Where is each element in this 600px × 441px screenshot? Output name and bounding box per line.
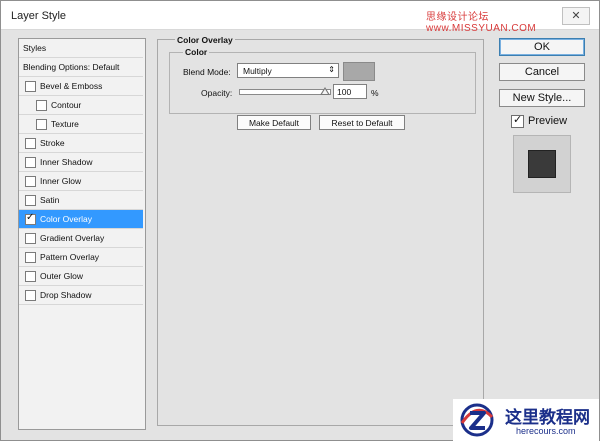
checkmark-icon: ✓: [513, 114, 523, 126]
style-item-stroke[interactable]: Stroke: [19, 134, 143, 153]
style-checkbox[interactable]: [36, 100, 47, 111]
style-item-label: Inner Shadow: [40, 157, 93, 167]
style-item-color-overlay[interactable]: ✓ Color Overlay: [19, 210, 143, 229]
select-arrows-icon: ⇕: [328, 65, 335, 74]
style-item-satin[interactable]: Satin: [19, 191, 143, 210]
style-item-outer-glow[interactable]: Outer Glow: [19, 267, 143, 286]
checkmark-icon: ✓: [26, 212, 35, 223]
style-item-blending-options-default[interactable]: Blending Options: Default: [19, 58, 143, 77]
style-checkbox[interactable]: [36, 119, 47, 130]
style-item-inner-glow[interactable]: Inner Glow: [19, 172, 143, 191]
style-checkbox[interactable]: [25, 138, 36, 149]
blend-mode-label: Blend Mode:: [183, 67, 231, 77]
style-checkbox[interactable]: [25, 157, 36, 168]
make-default-button[interactable]: Make Default: [237, 115, 311, 130]
style-item-label: Pattern Overlay: [40, 252, 100, 262]
style-item-label: Satin: [40, 195, 60, 205]
opacity-slider-track[interactable]: [239, 89, 331, 95]
cancel-button[interactable]: Cancel: [499, 63, 585, 81]
new-style-button[interactable]: New Style...: [499, 89, 585, 107]
style-item-bevel-emboss[interactable]: Bevel & Emboss: [19, 77, 143, 96]
style-item-inner-shadow[interactable]: Inner Shadow: [19, 153, 143, 172]
style-item-label: Color Overlay: [40, 214, 92, 224]
color-subgroup-heading: Color: [183, 47, 210, 57]
preview-checkbox[interactable]: ✓: [511, 114, 524, 128]
style-checkbox[interactable]: [25, 252, 36, 263]
style-item-label: Gradient Overlay: [40, 233, 105, 243]
style-checkbox[interactable]: [25, 81, 36, 92]
style-item-gradient-overlay[interactable]: Gradient Overlay: [19, 229, 143, 248]
style-item-label: Stroke: [40, 138, 65, 148]
style-item-label: Drop Shadow: [40, 290, 92, 300]
blend-mode-value: Multiply: [243, 66, 272, 76]
style-checkbox[interactable]: [25, 176, 36, 187]
style-item-label: Contour: [51, 100, 82, 110]
style-item-label: Styles: [23, 43, 47, 53]
style-item-pattern-overlay[interactable]: Pattern Overlay: [19, 248, 143, 267]
reset-to-default-button[interactable]: Reset to Default: [319, 115, 405, 130]
style-checkbox[interactable]: [25, 271, 36, 282]
ok-button[interactable]: OK: [499, 38, 585, 56]
style-item-label: Blending Options: Default: [23, 62, 120, 72]
close-icon: ✕: [571, 10, 581, 22]
styles-list: Styles Blending Options: Default Bevel & E…: [18, 38, 146, 430]
style-item-drop-shadow[interactable]: Drop Shadow: [19, 286, 143, 305]
title-bar: Layer Style 思缘设计论坛 www.MISSYUAN.COM ✕: [1, 1, 599, 34]
layer-style-dialog: Layer Style 思缘设计论坛 www.MISSYUAN.COM ✕ St…: [0, 0, 600, 441]
style-preview: [513, 135, 571, 193]
dialog-title: Layer Style: [11, 10, 67, 22]
close-button[interactable]: ✕: [562, 7, 590, 25]
style-checkbox[interactable]: [25, 290, 36, 301]
blend-mode-select[interactable]: Multiply ⇕: [237, 63, 339, 78]
style-checkbox[interactable]: ✓: [25, 212, 36, 225]
opacity-slider-thumb[interactable]: [320, 87, 330, 95]
z-logo-icon: [460, 403, 494, 437]
style-item-label: Texture: [51, 119, 79, 129]
opacity-label: Opacity:: [201, 88, 233, 98]
style-item-label: Inner Glow: [40, 176, 82, 186]
style-item-texture[interactable]: Texture: [19, 115, 143, 134]
site-logo: 这里教程网 herecours.com: [453, 399, 599, 441]
color-overlay-heading: Color Overlay: [175, 35, 235, 45]
style-item-label: Outer Glow: [40, 271, 83, 281]
opacity-unit: %: [371, 88, 379, 98]
style-item-contour[interactable]: Contour: [19, 96, 143, 115]
overlay-color-swatch[interactable]: [343, 62, 375, 81]
style-checkbox[interactable]: [25, 195, 36, 206]
preview-swatch: [528, 150, 556, 178]
style-item-label: Bevel & Emboss: [40, 81, 103, 91]
logo-subtitle: herecours.com: [516, 426, 576, 436]
style-item-styles[interactable]: Styles: [19, 39, 143, 58]
style-checkbox[interactable]: [25, 233, 36, 244]
color-subgroup: [169, 52, 476, 114]
preview-label: Preview: [528, 115, 568, 127]
opacity-input[interactable]: 100: [333, 84, 367, 99]
logo-title: 这里教程网: [505, 408, 590, 428]
